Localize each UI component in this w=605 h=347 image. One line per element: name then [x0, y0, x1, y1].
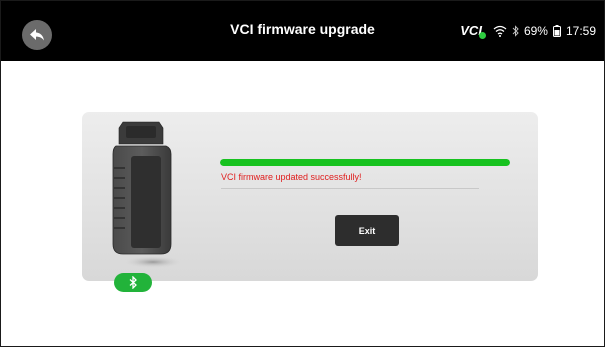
vci-status: VCI	[460, 23, 486, 39]
vci-connected-indicator	[478, 32, 486, 39]
battery-icon	[552, 24, 561, 37]
status-message: VCI firmware updated successfully!	[221, 172, 362, 182]
divider	[221, 188, 479, 189]
upgrade-progress-bar	[220, 159, 510, 166]
bluetooth-icon	[129, 276, 137, 289]
battery-percent: 69%	[523, 23, 548, 38]
bluetooth-badge	[114, 273, 152, 292]
wifi-icon	[493, 25, 507, 37]
clock: 17:59	[565, 23, 596, 38]
upgrade-progress-fill	[220, 159, 510, 166]
top-bar: VCI firmware upgrade VCI 69% 17:59	[1, 1, 604, 61]
exit-button[interactable]: Exit	[335, 215, 399, 246]
status-bar: VCI 69% 17:59	[460, 23, 596, 39]
bluetooth-icon	[512, 24, 519, 37]
vci-device-image	[112, 121, 183, 268]
